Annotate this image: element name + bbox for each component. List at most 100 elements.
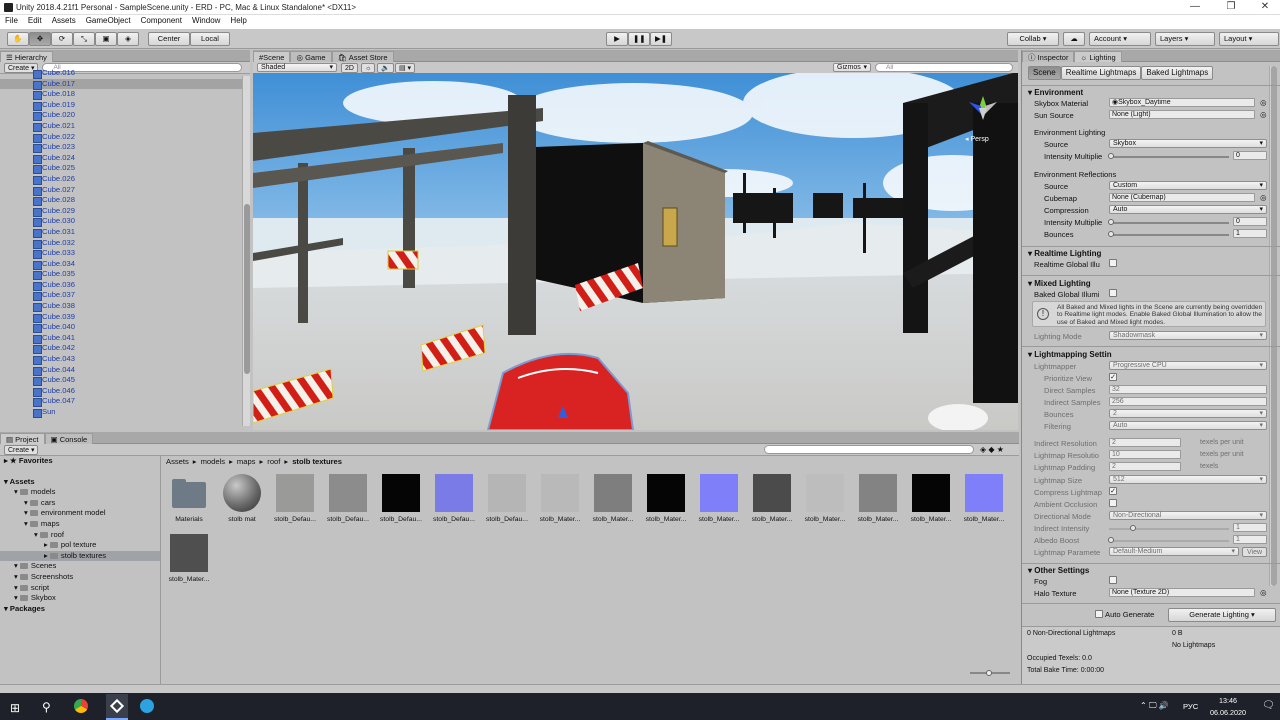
refl-intensity-knob[interactable]: [1108, 219, 1114, 225]
hierarchy-item[interactable]: Cube.035: [0, 269, 250, 280]
lightmapping-row-field[interactable]: 256: [1109, 397, 1267, 406]
hierarchy-item[interactable]: Cube.037: [0, 290, 250, 302]
menu-help[interactable]: Help: [225, 15, 251, 25]
lightmapping-row-dropdown[interactable]: 2: [1109, 409, 1267, 418]
breadcrumb-item[interactable]: roof: [267, 457, 280, 466]
albedo-boost-slider[interactable]: [1109, 540, 1229, 542]
lightmapping-row-dropdown[interactable]: Progressive CPU: [1109, 361, 1267, 370]
lightmapping-row-checkbox[interactable]: ✓: [1109, 373, 1117, 381]
play-button[interactable]: ▶: [606, 32, 628, 46]
asset-item[interactable]: stolb_Mater...: [857, 474, 899, 523]
input-language[interactable]: РУС: [1183, 702, 1198, 711]
project-folder-9[interactable]: ▾ Screenshots: [0, 572, 160, 583]
filter-icons[interactable]: ◈ ◆ ★: [980, 445, 1004, 454]
breadcrumb-item[interactable]: models: [201, 457, 225, 466]
refl-intensity-field[interactable]: 0: [1233, 217, 1267, 226]
object-picker-icon[interactable]: ◎: [1260, 588, 1267, 597]
layout-dropdown[interactable]: Layout ▾: [1219, 32, 1279, 46]
pivot-center-button[interactable]: Center: [148, 32, 190, 46]
bounces-field[interactable]: 1: [1233, 229, 1267, 238]
hierarchy-item[interactable]: Cube.018: [0, 89, 250, 100]
hierarchy-item[interactable]: Cube.032: [0, 238, 250, 249]
hierarchy-scrollbar[interactable]: [242, 76, 250, 426]
albedo-boost-knob[interactable]: [1108, 537, 1114, 543]
close-button[interactable]: ✕: [1248, 0, 1280, 15]
hierarchy-item[interactable]: Cube.026: [0, 174, 250, 185]
hierarchy-item[interactable]: Cube.039: [0, 312, 250, 323]
hierarchy-item[interactable]: Cube.017: [0, 78, 250, 90]
bounces-slider[interactable]: [1109, 234, 1229, 236]
albedo-boost-field[interactable]: 1: [1233, 535, 1267, 544]
asset-item[interactable]: stolb mat: [221, 474, 263, 523]
hierarchy-item[interactable]: Cube.030: [0, 216, 250, 227]
project-folder-10[interactable]: ▾ script: [0, 583, 160, 594]
hierarchy-item[interactable]: Cube.033: [0, 248, 250, 259]
hierarchy-scroll-thumb[interactable]: [244, 204, 250, 374]
project-folder-12[interactable]: ▾ Packages: [0, 604, 160, 615]
menu-file[interactable]: File: [0, 15, 23, 25]
breadcrumb-item[interactable]: Assets: [166, 457, 189, 466]
scene-search-input[interactable]: All: [875, 63, 1013, 72]
asset-item[interactable]: stolb_Mater...: [645, 474, 687, 523]
env-source-dropdown[interactable]: Skybox: [1109, 139, 1267, 148]
tab-lighting[interactable]: ☼ Lighting: [1074, 50, 1122, 62]
pause-button[interactable]: ❚❚: [628, 32, 650, 46]
hierarchy-item[interactable]: Cube.044: [0, 365, 250, 376]
asset-item[interactable]: stolb_Mater...: [168, 534, 210, 583]
hierarchy-item[interactable]: Cube.023: [0, 142, 250, 153]
bounces-knob[interactable]: [1108, 231, 1114, 237]
project-folder-6[interactable]: ▸ pol texture: [0, 540, 160, 551]
minimize-button[interactable]: —: [1178, 0, 1212, 15]
persp-label[interactable]: ◂ Persp: [965, 135, 989, 143]
lighting-toggle-icon[interactable]: ☼: [361, 63, 376, 73]
inspector-scrollbar[interactable]: [1269, 66, 1277, 586]
notification-icon[interactable]: 🗨: [1262, 700, 1275, 711]
pivot-local-button[interactable]: Local: [190, 32, 230, 46]
menu-gameobject[interactable]: GameObject: [81, 15, 136, 25]
shading-dropdown[interactable]: Shaded: [257, 63, 337, 72]
asset-item[interactable]: stolb_Mater...: [592, 474, 634, 523]
tab-scene[interactable]: #Scene: [253, 50, 291, 62]
asset-item[interactable]: stolb_Mater...: [698, 474, 740, 523]
ambient-occlusion-checkbox[interactable]: [1109, 499, 1117, 507]
project-folder-1[interactable]: ▾ models: [0, 487, 160, 498]
directional-mode-dropdown[interactable]: Non-Directional: [1109, 511, 1267, 520]
compress-lightmaps-checkbox[interactable]: ✓: [1109, 487, 1117, 495]
baked-gi-checkbox[interactable]: [1109, 289, 1117, 297]
effects-toggle-icon[interactable]: ▤ ▾: [395, 63, 416, 73]
generate-lighting-button[interactable]: Generate Lighting ▾: [1168, 608, 1276, 622]
menu-component[interactable]: Component: [136, 15, 187, 25]
hierarchy-item[interactable]: Cube.016: [0, 68, 250, 79]
hand-tool-icon[interactable]: ✋: [7, 32, 29, 46]
mode-2d-toggle[interactable]: 2D: [341, 63, 358, 73]
collab-button[interactable]: Collab ▾: [1007, 32, 1059, 46]
rect-tool-icon[interactable]: ▣: [95, 32, 117, 46]
unity-taskbar-icon[interactable]: [106, 694, 128, 720]
hierarchy-item[interactable]: Cube.043: [0, 354, 250, 365]
project-search-input[interactable]: [764, 445, 974, 454]
hierarchy-item[interactable]: Cube.027: [0, 185, 250, 196]
other-settings-header[interactable]: ▾ Other Settings: [1028, 566, 1089, 575]
favorites-item[interactable]: ▸ ★ Favorites: [0, 456, 160, 467]
lighting-mode-dropdown[interactable]: Shadowmask: [1109, 331, 1267, 340]
refl-intensity-slider[interactable]: [1109, 222, 1229, 224]
project-folder-7[interactable]: ▸ stolb textures: [0, 550, 160, 562]
step-button[interactable]: ▶❚: [650, 32, 672, 46]
menu-window[interactable]: Window: [187, 15, 225, 25]
subtab-baked-lightmaps[interactable]: Baked Lightmaps: [1141, 66, 1214, 80]
menu-assets[interactable]: Assets: [47, 15, 81, 25]
object-picker-icon[interactable]: ◎: [1260, 193, 1267, 202]
hierarchy-item[interactable]: Cube.040: [0, 322, 250, 333]
view-params-button[interactable]: View: [1242, 547, 1267, 557]
chrome-icon[interactable]: [74, 699, 88, 713]
maximize-button[interactable]: ❐: [1214, 0, 1248, 15]
resolution-row-field[interactable]: 2: [1109, 462, 1181, 471]
asset-item[interactable]: stolb_Defau...: [327, 474, 369, 523]
move-tool-icon[interactable]: ✥: [29, 32, 51, 46]
object-picker-icon[interactable]: ◎: [1260, 110, 1267, 119]
indirect-intensity-slider[interactable]: [1109, 528, 1229, 530]
asset-item[interactable]: stolb_Defau...: [433, 474, 475, 523]
auto-generate-checkbox[interactable]: [1095, 610, 1103, 618]
gizmos-dropdown[interactable]: Gizmos: [833, 63, 871, 72]
lightmap-size-dropdown[interactable]: 512: [1109, 475, 1267, 484]
